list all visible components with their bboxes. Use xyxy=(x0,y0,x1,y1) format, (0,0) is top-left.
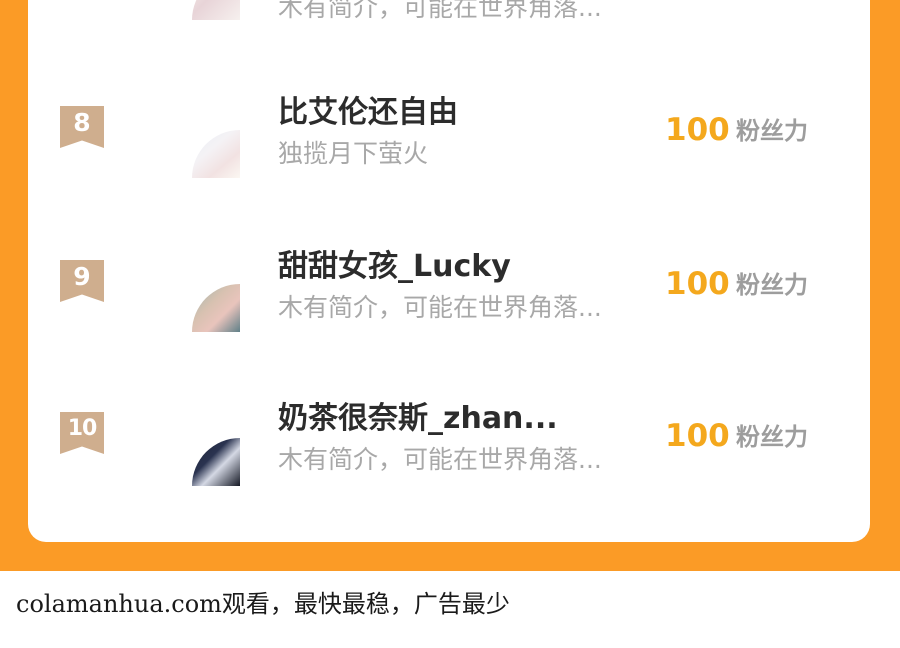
ranking-row-10[interactable]: 10 奶茶很奈斯_zhan... 木有简介，可能在世界角落... 100 粉丝力 xyxy=(28,400,870,510)
avatar[interactable] xyxy=(192,438,240,486)
rank-badge-icon: 10 xyxy=(60,412,104,454)
user-bio: 木有简介，可能在世界角落... xyxy=(278,293,602,322)
avatar[interactable] xyxy=(192,0,240,20)
fan-power-score: 100 xyxy=(665,112,730,148)
ranking-row-9[interactable]: 9 甜甜女孩_Lucky 木有简介，可能在世界角落... 100 粉丝力 xyxy=(28,248,870,358)
fan-power-unit: 粉丝力 xyxy=(736,117,808,145)
fan-power-unit: 粉丝力 xyxy=(736,423,808,451)
user-bio: 独揽月下萤火 xyxy=(278,139,429,168)
page: 木有简介，可能在世界角落... 8 比艾伦还自由 独揽月下萤火 100 粉丝力 … xyxy=(0,0,900,648)
avatar[interactable] xyxy=(192,284,240,332)
user-bio: 木有简介，可能在世界角落... xyxy=(278,445,602,474)
ranking-card: 木有简介，可能在世界角落... 8 比艾伦还自由 独揽月下萤火 100 粉丝力 … xyxy=(28,0,870,542)
ranking-row-8[interactable]: 8 比艾伦还自由 独揽月下萤火 100 粉丝力 xyxy=(28,94,870,204)
fan-power-score: 100 xyxy=(665,266,730,302)
rank-badge-icon: 9 xyxy=(60,260,104,302)
rank-badge-icon: 8 xyxy=(60,106,104,148)
site-watermark-text: colamanhua.com观看，最快最稳，广告最少 xyxy=(16,590,510,618)
fan-power-score: 100 xyxy=(665,418,730,454)
user-bio: 木有简介，可能在世界角落... xyxy=(278,0,602,22)
ranking-row-partial[interactable]: 木有简介，可能在世界角落... xyxy=(28,0,870,58)
avatar[interactable] xyxy=(192,130,240,178)
user-name[interactable]: 奶茶很奈斯_zhan... xyxy=(278,400,658,438)
fan-power-unit: 粉丝力 xyxy=(736,271,808,299)
user-name[interactable]: 比艾伦还自由 xyxy=(278,94,658,132)
user-name[interactable]: 甜甜女孩_Lucky xyxy=(278,248,658,286)
